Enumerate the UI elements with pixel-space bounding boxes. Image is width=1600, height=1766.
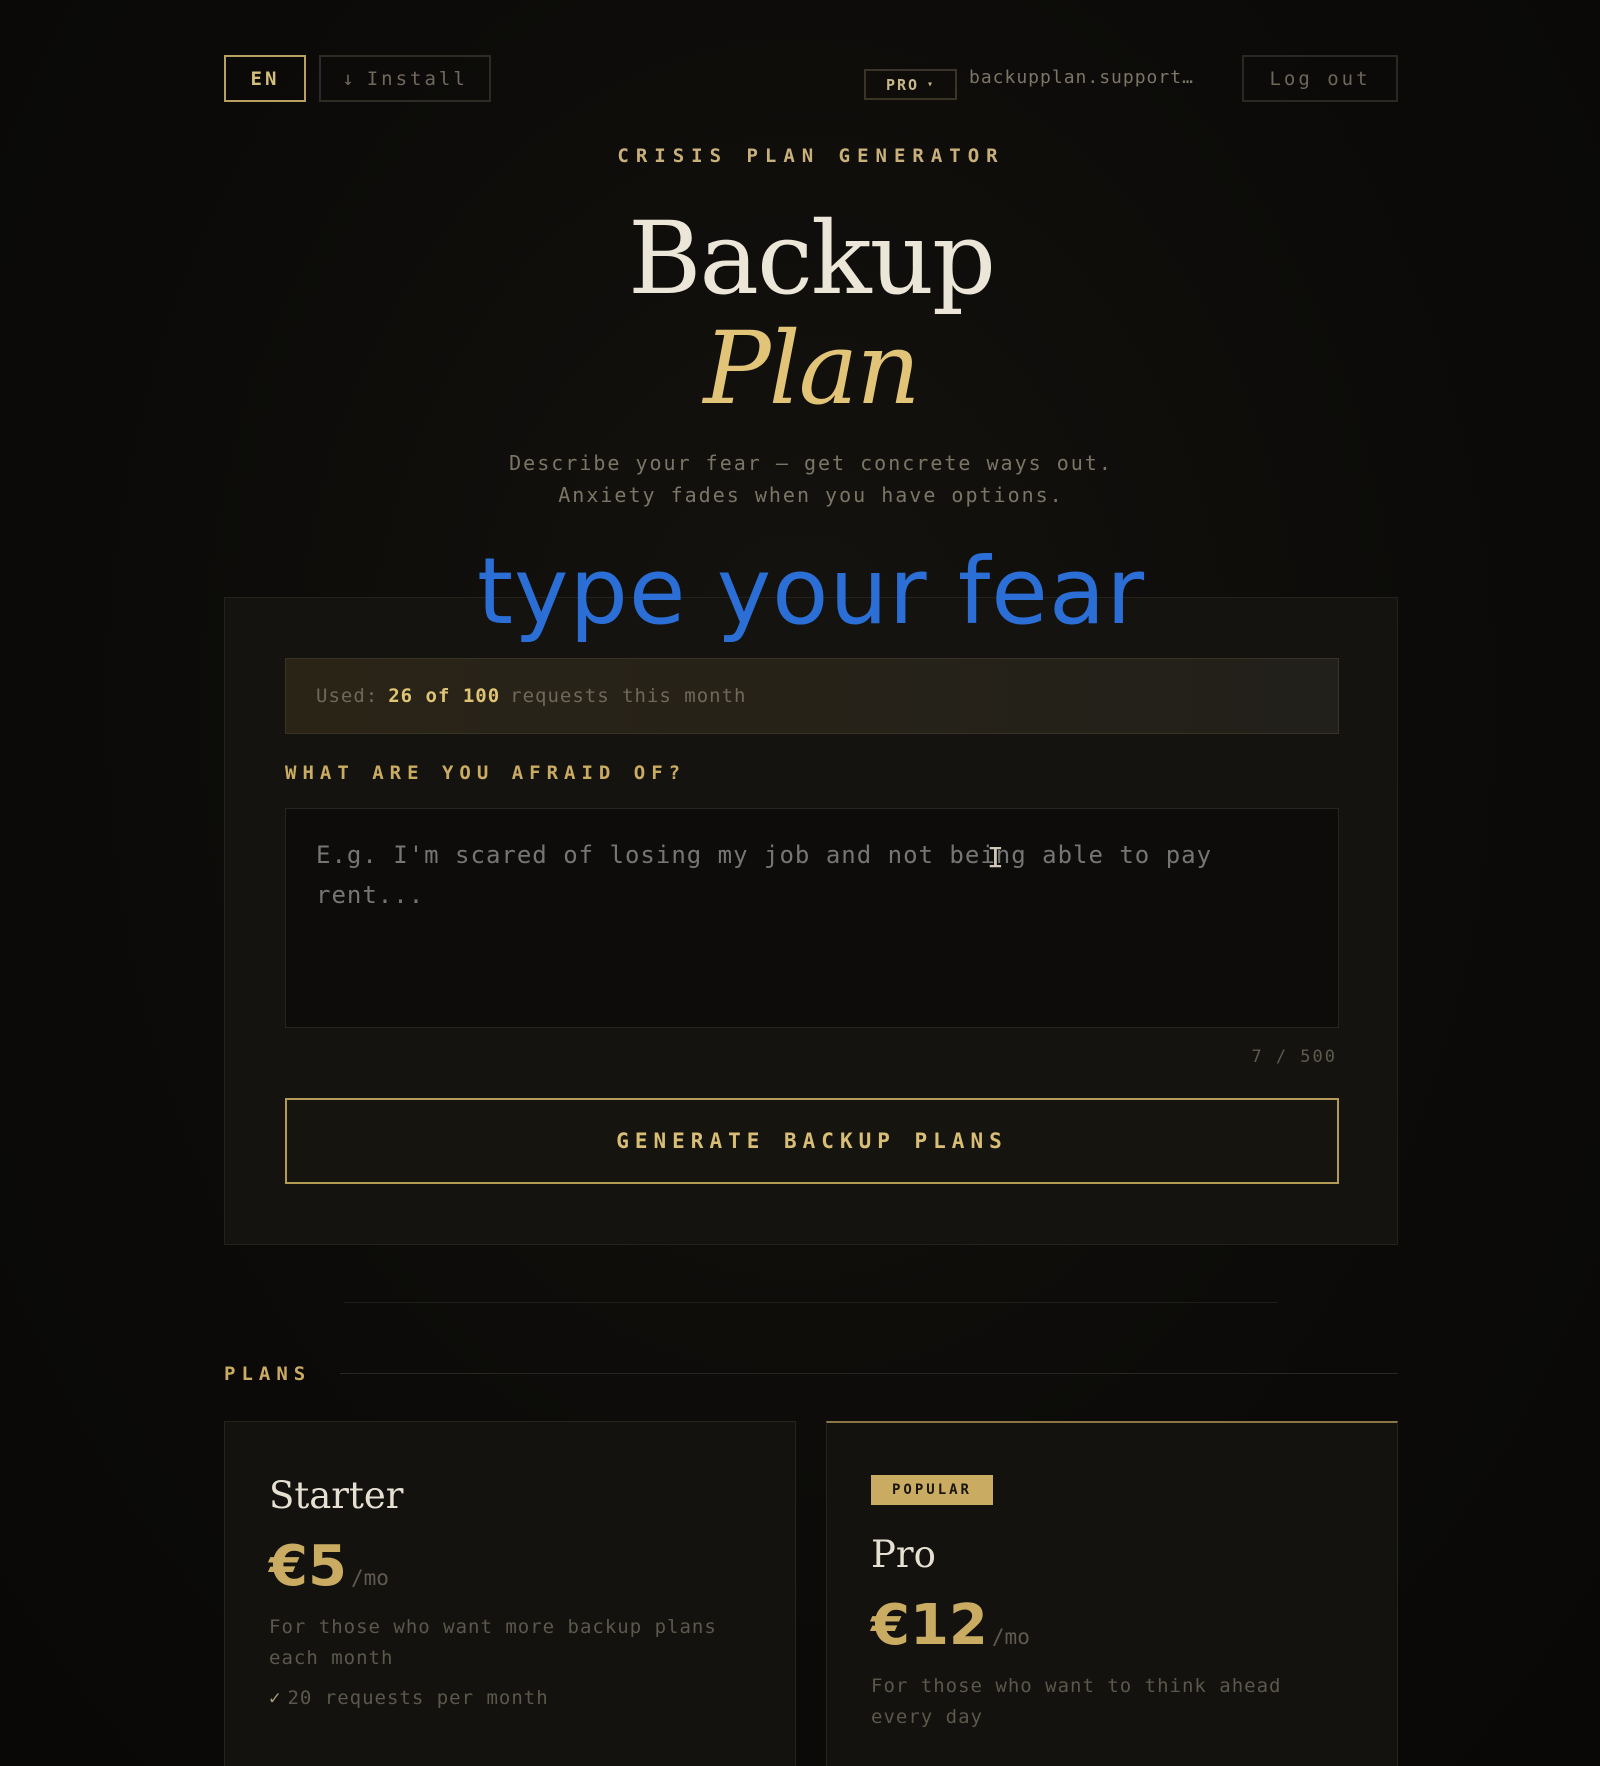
usage-banner: Used: 26 of 100 requests this month (285, 658, 1339, 734)
plans-heading: PLANS (224, 1363, 312, 1385)
plan-price-period: /mo (350, 1566, 389, 1590)
eyebrow: CRISIS PLAN GENERATOR (617, 145, 1005, 167)
logout-button[interactable]: Log out (1242, 55, 1398, 102)
section-divider (344, 1302, 1278, 1303)
character-counter: 7 / 500 (1251, 1047, 1337, 1067)
usage-suffix: requests this month (510, 685, 747, 707)
plan-card-pro[interactable]: POPULAR Pro €12 /mo For those who want t… (826, 1421, 1398, 1766)
usage-prefix: Used: (316, 685, 379, 707)
install-label: Install (366, 67, 468, 90)
fear-field-label: WHAT ARE YOU AFRAID OF? (285, 762, 687, 784)
page-title-line2: Plan (703, 310, 920, 427)
plan-badge-label: PRO (885, 75, 920, 94)
checkmark-icon: ✓ (269, 1687, 282, 1709)
plan-description: For those who want to think ahead every … (871, 1675, 1282, 1728)
page-title-line1: Backup (627, 200, 996, 317)
plan-feature: ✓ 20 requests per month (269, 1687, 549, 1709)
plan-card-starter[interactable]: Starter €5 /mo For those who want more b… (224, 1421, 796, 1766)
subtitle-line1: Describe your fear — get concrete ways o… (509, 451, 1113, 475)
plan-price-period: /mo (991, 1625, 1030, 1649)
plan-price-amount: €5 (269, 1534, 347, 1599)
fear-textarea[interactable] (285, 808, 1339, 1028)
top-bar: EN ↓ Install PRO ▾ backupplan.support… L… (224, 55, 1398, 102)
overlay-caption: type your fear (476, 538, 1146, 645)
install-button[interactable]: ↓ Install (319, 55, 491, 102)
text-cursor-icon: I (987, 841, 1004, 874)
fear-form-card: Used: 26 of 100 requests this month WHAT… (224, 597, 1398, 1245)
plan-price: €12 /mo (871, 1593, 1030, 1658)
plan-badge-dropdown[interactable]: PRO ▾ (864, 69, 957, 100)
download-arrow-icon: ↓ (342, 67, 357, 90)
plan-feature-text: 20 requests per month (287, 1687, 549, 1709)
plan-price-amount: €12 (871, 1593, 988, 1658)
plan-price: €5 /mo (269, 1534, 389, 1599)
language-button[interactable]: EN (224, 55, 306, 102)
plans-heading-rule (340, 1373, 1398, 1374)
plan-description: For those who want more backup plans eac… (269, 1616, 717, 1669)
chevron-down-icon: ▾ (927, 79, 936, 90)
usage-value: 26 of 100 (388, 685, 501, 707)
plan-name: Pro (871, 1533, 936, 1576)
subtitle-line2: Anxiety fades when you have options. (558, 483, 1064, 507)
subtitle: Describe your fear — get concrete ways o… (224, 447, 1398, 511)
generate-button[interactable]: GENERATE BACKUP PLANS (285, 1098, 1339, 1184)
popular-badge: POPULAR (871, 1475, 993, 1505)
plan-name: Starter (269, 1474, 404, 1517)
account-email: backupplan.support… (969, 67, 1194, 88)
